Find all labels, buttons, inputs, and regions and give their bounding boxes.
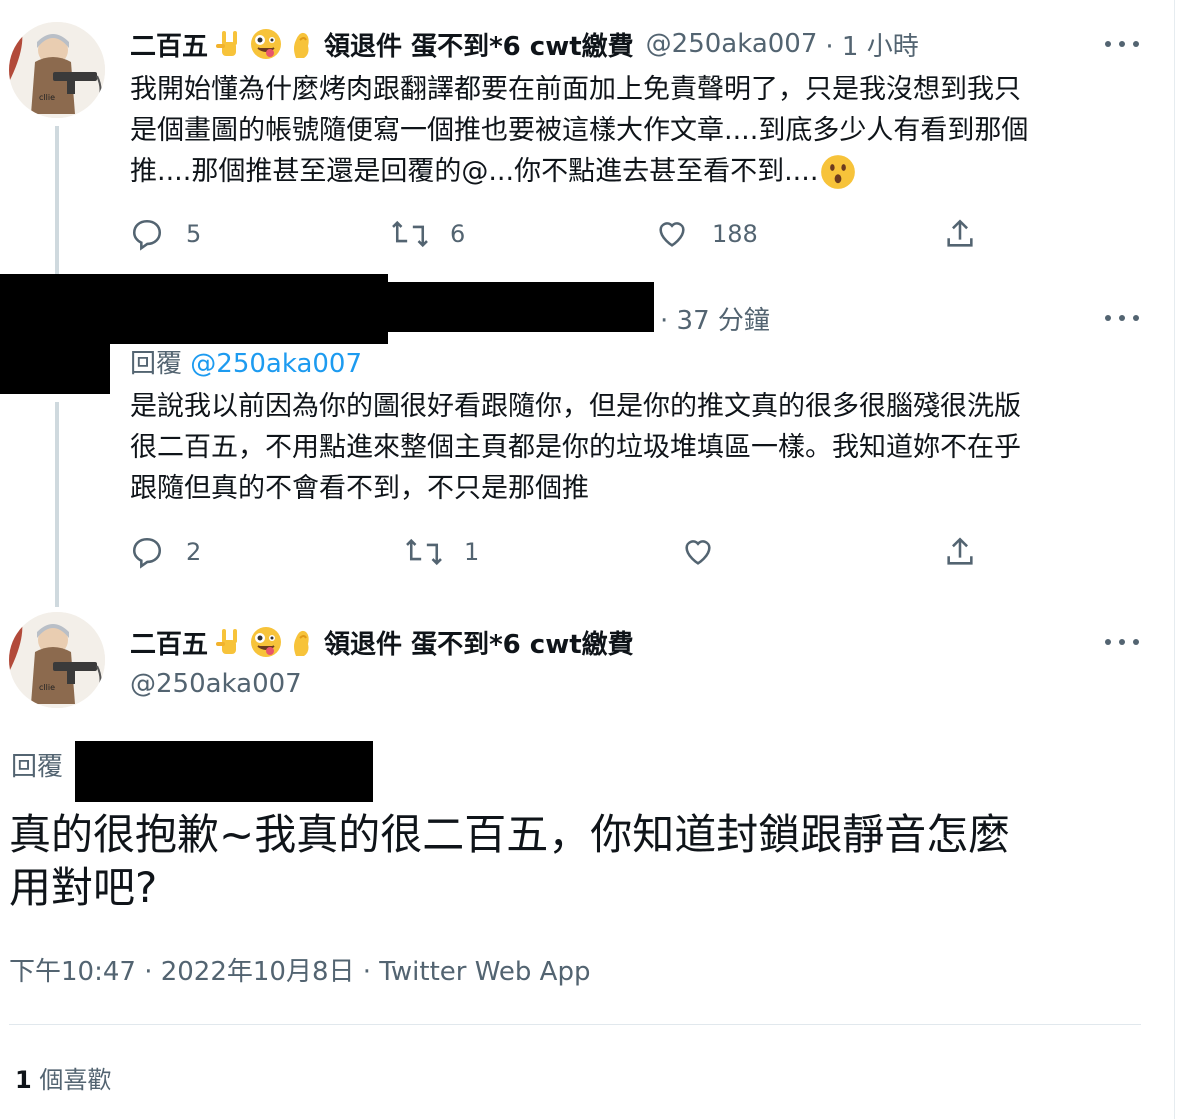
redacted-mention (75, 741, 373, 802)
reply-button[interactable]: 2 (130, 532, 201, 572)
replying-label: 回覆 (130, 349, 183, 379)
mention-link[interactable]: @250aka007 (190, 349, 362, 379)
hushed-face-icon (821, 154, 856, 189)
share-button[interactable] (942, 214, 978, 254)
handle[interactable]: @250aka007 (130, 669, 302, 699)
tweet-text-line: 是個畫圖的帳號隨便寫一個推也要被這樣大作文章....到底多少人有看到那個 (130, 115, 1029, 146)
timestamp[interactable]: · 1 小時 (825, 26, 918, 63)
thread-line (55, 402, 59, 607)
retweet-icon (392, 220, 428, 248)
more-options-icon[interactable] (1105, 39, 1139, 49)
name-emojis (214, 28, 318, 60)
more-options-icon[interactable] (1105, 313, 1139, 323)
reply-count: 2 (186, 538, 202, 566)
replying-label: 回覆 (11, 752, 64, 782)
share-icon (947, 219, 973, 247)
thread-line (55, 126, 59, 274)
tweet-text-line: 推....那個推甚至還是回覆的@...你不點進去甚至看不到.... (130, 151, 1130, 192)
like-count: 188 (712, 220, 758, 248)
tweet-text: 是說我以前因為你的圖很好看跟隨你，但是你的推文真的很多很腦殘很洗版 很二百五，不… (130, 386, 1130, 509)
handle[interactable]: @250aka007 (646, 29, 818, 59)
replying-to: 回覆 @250aka007 (130, 343, 362, 380)
pinching-hand-icon (294, 32, 309, 58)
tweet-text-line: 很二百五，不用點進來整個主頁都是你的垃圾堆填區一樣。我知道妳不在乎 (130, 432, 1021, 463)
display-name-suffix[interactable]: 領退件 蛋不到*6 cwt繳費 (324, 26, 634, 63)
replying-to: 回覆 (11, 746, 63, 783)
sign-of-horns-icon (216, 629, 238, 654)
tweet-text-line: 我開始懂為什麼烤肉跟翻譯都要在前面加上免責聲明了，只是我沒想到我只 (130, 74, 1021, 105)
like-button[interactable]: 188 (654, 214, 758, 254)
share-icon (947, 537, 973, 565)
main-tweet-text-line: 用對吧? (9, 863, 158, 912)
heart-icon (685, 540, 711, 565)
more-options-icon[interactable] (1105, 637, 1139, 647)
tweet-header: · 37 分鐘 (660, 298, 770, 338)
reply-icon (132, 537, 162, 569)
reply-icon (132, 219, 162, 251)
tweet-text-line: 是說我以前因為你的圖很好看跟隨你，但是你的推文真的很多很腦殘很洗版 (130, 391, 1021, 422)
timeline-border (1174, 0, 1175, 1119)
tweet-text-line: 跟隨但真的不會看不到，不只是那個推 (130, 473, 589, 504)
like-button[interactable] (680, 532, 738, 572)
zany-face-icon (251, 627, 282, 657)
reply-count: 5 (186, 220, 202, 248)
reply-button[interactable]: 5 (130, 214, 201, 254)
retweet-count: 6 (450, 220, 466, 248)
retweet-button[interactable]: 6 (390, 214, 465, 254)
svg-text:cllie: cllie (39, 93, 55, 102)
svg-text:cllie: cllie (39, 683, 55, 692)
handle-row: @250aka007 (130, 664, 302, 704)
display-name[interactable]: 二百五 (130, 26, 208, 63)
retweet-icon (406, 538, 442, 566)
avatar[interactable]: cllie (9, 612, 105, 708)
redacted-handle (388, 282, 654, 332)
divider (9, 1024, 1141, 1025)
tweet-header: 二百五 領退件 蛋不到*6 cwt繳費 @250aka007 · 1 小時 (130, 24, 919, 64)
share-button[interactable] (942, 532, 978, 572)
zany-face-icon (251, 29, 282, 59)
timestamp[interactable]: · 37 分鐘 (660, 300, 770, 337)
display-name-suffix[interactable]: 領退件 蛋不到*6 cwt繳費 (324, 624, 634, 661)
name-emojis (214, 626, 318, 658)
main-tweet-text: 真的很抱歉~我真的很二百五，你知道封鎖跟靜音怎麼 用對吧? (9, 808, 1139, 914)
retweet-count: 1 (464, 538, 480, 566)
retweet-button[interactable]: 1 (404, 532, 479, 572)
likes-count: 1 (15, 1066, 32, 1094)
pinching-hand-icon (294, 630, 309, 656)
main-tweet-text-line: 真的很抱歉~我真的很二百五，你知道封鎖跟靜音怎麼 (9, 810, 1011, 859)
redacted-name (0, 274, 388, 344)
likes-label: 個喜歡 (39, 1066, 112, 1094)
likes-summary[interactable]: 1 個喜歡 (15, 1060, 111, 1095)
tweet-timestamp[interactable]: 下午10:47 · 2022年10月8日 · Twitter Web App (9, 951, 590, 988)
tweet-header: 二百五 領退件 蛋不到*6 cwt繳費 (130, 622, 634, 662)
heart-icon (659, 222, 685, 247)
tweet-text: 我開始懂為什麼烤肉跟翻譯都要在前面加上免責聲明了，只是我沒想到我只 是個畫圖的帳… (130, 69, 1130, 192)
avatar[interactable]: cllie (9, 22, 105, 118)
sign-of-horns-icon (216, 31, 238, 56)
display-name[interactable]: 二百五 (130, 624, 208, 661)
